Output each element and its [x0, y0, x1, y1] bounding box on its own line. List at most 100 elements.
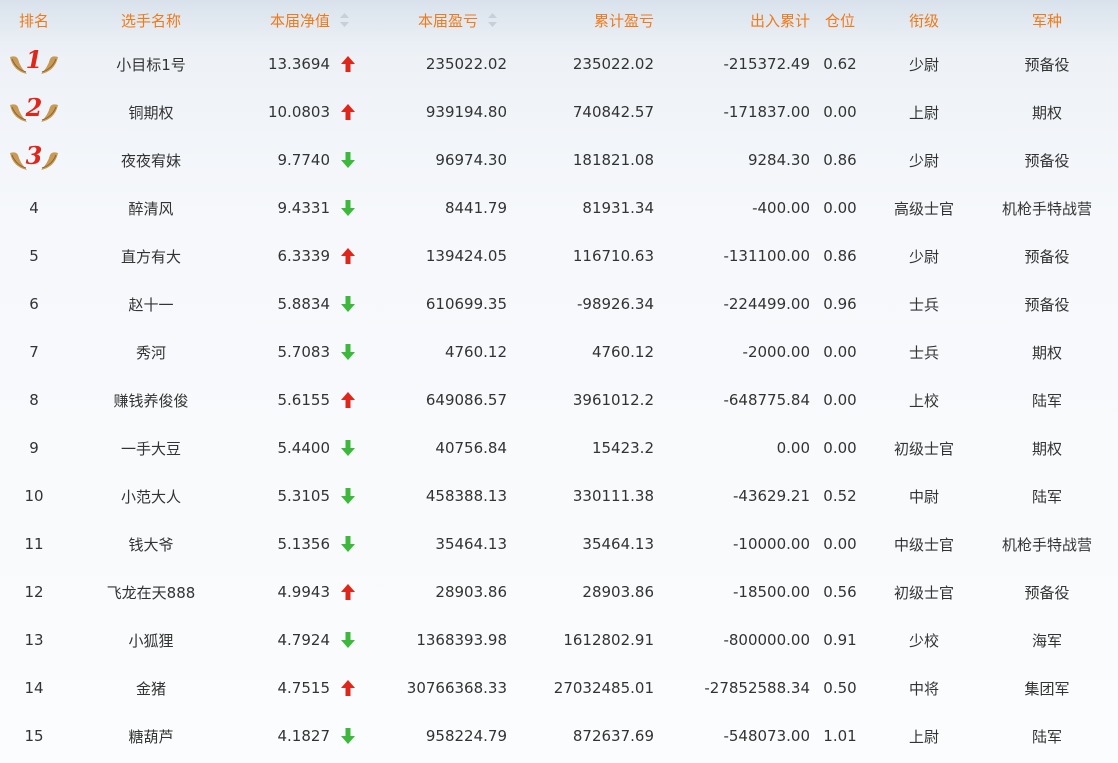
header-net-value[interactable]: 本届净值 [234, 10, 361, 31]
cumulative-pnl: 81931.34 [582, 199, 654, 217]
table-row[interactable]: 12 飞龙在天888 4.9943 28903.86 28903.86 -18500.00… [0, 568, 1118, 616]
table-row[interactable]: 8 赚钱养俊俊 5.6155 649086.57 3961012.2 -648775.84… [0, 376, 1118, 424]
cash-flow: -215372.49 [723, 55, 810, 73]
cumulative-pnl: 235022.02 [572, 55, 654, 73]
cumulative-pnl: 116710.63 [572, 247, 654, 265]
period-pnl: 40756.84 [435, 439, 507, 457]
cash-flow: -400.00 [752, 199, 810, 217]
rank-number: 2 [25, 93, 43, 122]
header-name: 选手名称 [120, 11, 181, 30]
cash-flow: -43629.21 [733, 487, 810, 505]
cash-flow: -171837.00 [723, 103, 810, 121]
rank-cell: 13 [24, 631, 44, 649]
period-pnl: 30766368.33 [406, 679, 507, 697]
player-name[interactable]: 一手大豆 [68, 438, 234, 459]
table-row[interactable]: 7 秀河 5.7083 4760.12 4760.12 -2000.00 0.00 士兵 期权 [0, 328, 1118, 376]
position: 0.00 [823, 439, 857, 457]
table-row[interactable]: 11 钱大爷 5.1356 35464.13 35464.13 -10000.00 0.00… [0, 520, 1118, 568]
player-name[interactable]: 直方有大 [68, 246, 234, 267]
arrow-up-icon [341, 104, 355, 120]
position: 1.01 [823, 727, 857, 745]
player-name[interactable]: 糖葫芦 [68, 726, 234, 747]
rank-cell: 1 [0, 47, 68, 81]
player-name[interactable]: 小目标1号 [68, 54, 234, 75]
player-name[interactable]: 秀河 [68, 342, 234, 363]
player-name[interactable]: 醉清风 [68, 198, 234, 219]
period-pnl: 610699.35 [425, 295, 507, 313]
player-name[interactable]: 小范大人 [68, 486, 234, 507]
rank-cell: 4 [29, 199, 39, 217]
cumulative-pnl: 3961012.2 [572, 391, 654, 409]
net-value: 5.6155 [277, 391, 331, 409]
net-value-cell: 4.9943 [234, 583, 361, 601]
net-value: 5.7083 [277, 343, 331, 361]
table-row[interactable]: 3 夜夜宥妹 9.7740 96974.30 181821.08 9284.30 0.86 少… [0, 136, 1118, 184]
table-row[interactable]: 5 直方有大 6.3339 139424.05 116710.63 -131100.00 0… [0, 232, 1118, 280]
military-rank: 少尉 [908, 151, 939, 170]
player-name[interactable]: 飞龙在天888 [68, 582, 234, 603]
position: 0.91 [823, 631, 857, 649]
medal-icon: 2 [8, 95, 60, 125]
period-pnl: 28903.86 [435, 583, 507, 601]
military-rank: 中级士官 [893, 535, 954, 554]
header-rank: 排名 [18, 11, 49, 30]
branch: 陆军 [1031, 391, 1062, 410]
cumulative-pnl: 740842.57 [572, 103, 654, 121]
cash-flow: -800000.00 [723, 631, 810, 649]
table-row[interactable]: 10 小范大人 5.3105 458388.13 330111.38 -43629.21 0… [0, 472, 1118, 520]
arrow-down-icon [341, 152, 355, 168]
player-name[interactable]: 钱大爷 [68, 534, 234, 555]
military-rank: 少尉 [908, 247, 939, 266]
header-period-pnl[interactable]: 本届盈亏 [361, 10, 507, 31]
player-name[interactable]: 赵十一 [68, 294, 234, 315]
net-value-cell: 6.3339 [234, 247, 361, 265]
branch: 机枪手特战营 [1001, 535, 1092, 554]
table-row[interactable]: 1 小目标1号 13.3694 235022.02 235022.02 -215372.4… [0, 40, 1118, 88]
position: 0.00 [823, 343, 857, 361]
player-name[interactable]: 夜夜宥妹 [68, 150, 234, 171]
cumulative-pnl: 27032485.01 [553, 679, 654, 697]
table-row[interactable]: 14 金猪 4.7515 30766368.33 27032485.01 -2785258… [0, 664, 1118, 712]
branch: 期权 [1031, 343, 1062, 362]
table-row[interactable]: 9 一手大豆 5.4400 40756.84 15423.2 0.00 0.00 初级士官 期权 [0, 424, 1118, 472]
cumulative-pnl: 330111.38 [572, 487, 654, 505]
cumulative-pnl: 181821.08 [572, 151, 654, 169]
position: 0.00 [823, 199, 857, 217]
branch: 预备役 [1024, 583, 1070, 602]
arrow-up-icon [341, 56, 355, 72]
arrow-down-icon [341, 440, 355, 456]
net-value: 5.1356 [277, 535, 331, 553]
player-name[interactable]: 铜期权 [68, 102, 234, 123]
table-row[interactable]: 6 赵十一 5.8834 610699.35 -98926.34 -224499.00 0.… [0, 280, 1118, 328]
rank-cell: 7 [29, 343, 39, 361]
branch: 预备役 [1024, 151, 1070, 170]
header-position: 仓位 [824, 11, 855, 30]
branch: 预备役 [1024, 55, 1070, 74]
cash-flow: -548073.00 [723, 727, 810, 745]
position: 0.62 [823, 55, 857, 73]
branch: 陆军 [1031, 487, 1062, 506]
net-value-cell: 4.7515 [234, 679, 361, 697]
sort-icon[interactable] [340, 13, 350, 27]
rank-cell: 11 [24, 535, 44, 553]
leaderboard: 排名 选手名称 本届净值 本届盈亏 累计盈亏 出入累计 仓位 衔级 军种 1 小目… [0, 0, 1118, 763]
military-rank: 初级士官 [893, 439, 954, 458]
net-value-cell: 5.1356 [234, 535, 361, 553]
period-pnl: 958224.79 [425, 727, 507, 745]
sort-icon[interactable] [488, 13, 498, 27]
table-row[interactable]: 15 糖葫芦 4.1827 958224.79 872637.69 -548073.00 1… [0, 712, 1118, 760]
table-row[interactable]: 4 醉清风 9.4331 8441.79 81931.34 -400.00 0.00 高级士官… [0, 184, 1118, 232]
player-name[interactable]: 金猪 [68, 678, 234, 699]
table-row[interactable]: 2 铜期权 10.0803 939194.80 740842.57 -171837.00 0… [0, 88, 1118, 136]
rank-cell: 10 [24, 487, 44, 505]
player-name[interactable]: 小狐狸 [68, 630, 234, 651]
cash-flow: -224499.00 [723, 295, 810, 313]
position: 0.86 [823, 247, 857, 265]
period-pnl: 96974.30 [435, 151, 507, 169]
net-value: 13.3694 [267, 55, 330, 73]
header-cash-flow: 出入累计 [749, 11, 810, 30]
rank-number: 3 [25, 141, 43, 170]
cumulative-pnl: 4760.12 [591, 343, 654, 361]
player-name[interactable]: 赚钱养俊俊 [68, 390, 234, 411]
table-row[interactable]: 13 小狐狸 4.7924 1368393.98 1612802.91 -800000.0… [0, 616, 1118, 664]
